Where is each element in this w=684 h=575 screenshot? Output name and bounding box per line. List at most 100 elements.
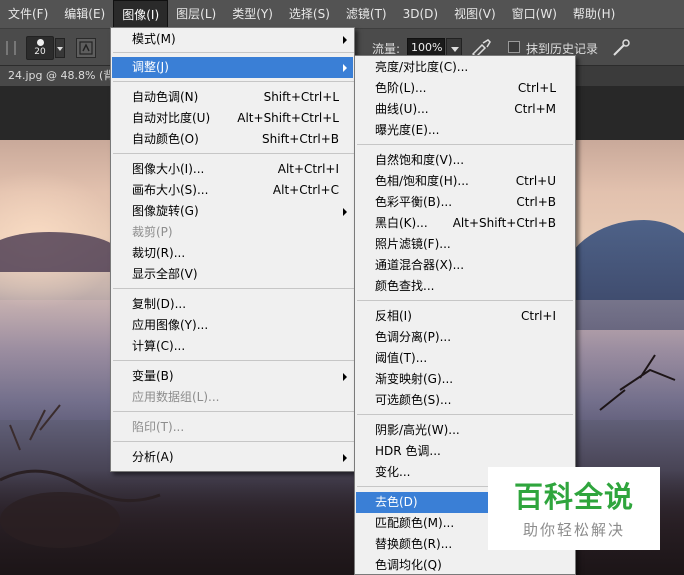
menu-item-shortcut: Alt+Ctrl+C	[272, 183, 339, 197]
menu-item-trim[interactable]: 裁切(R)...	[112, 243, 353, 264]
submenu-item-shadows-highlights[interactable]: 阴影/高光(W)...	[356, 420, 574, 441]
menu-item-reveal-all[interactable]: 显示全部(V)	[112, 264, 353, 285]
menu-item-label: 自动对比度(U)	[132, 111, 211, 125]
menu-item-analysis[interactable]: 分析(A)	[112, 447, 353, 468]
submenu-item-selective-color[interactable]: 可选颜色(S)...	[356, 390, 574, 411]
pressure-icon[interactable]	[610, 38, 632, 58]
brush-preset-picker[interactable]: 20	[26, 36, 54, 60]
menu-item-auto-tone[interactable]: 自动色调(N) Shift+Ctrl+L	[112, 87, 353, 108]
submenu-item-label: 黑白(K)...	[375, 216, 428, 230]
submenu-item-label: 色阶(L)...	[375, 81, 427, 95]
menu-item-auto-contrast[interactable]: 自动对比度(U) Alt+Shift+Ctrl+L	[112, 108, 353, 129]
menu-bar: 文件(F) 编辑(E) 图像(I) 图层(L) 类型(Y) 选择(S) 滤镜(T…	[0, 0, 684, 28]
menu-view[interactable]: 视图(V)	[446, 0, 504, 28]
menu-item-label: 图像旋转(G)	[132, 204, 199, 218]
menu-item-label: 图像大小(I)...	[132, 162, 205, 176]
menu-item-auto-color[interactable]: 自动颜色(O) Shift+Ctrl+B	[112, 129, 353, 150]
submenu-item-shortcut: Ctrl+L	[517, 81, 556, 95]
menu-item-label: 自动颜色(O)	[132, 132, 199, 146]
submenu-item-shortcut: Ctrl+M	[514, 102, 556, 116]
menu-file[interactable]: 文件(F)	[0, 0, 56, 28]
menu-item-shortcut: Shift+Ctrl+L	[263, 90, 339, 104]
watermark-subtitle: 助你轻松解决	[522, 521, 625, 539]
menu-separator	[357, 144, 573, 145]
submenu-item-color-lookup[interactable]: 颜色查找...	[356, 276, 574, 297]
menu-item-apply-image[interactable]: 应用图像(Y)...	[112, 315, 353, 336]
menu-edit[interactable]: 编辑(E)	[56, 0, 113, 28]
menu-item-label: 显示全部(V)	[132, 267, 198, 281]
menu-item-label: 计算(C)...	[132, 339, 186, 353]
submenu-item-shortcut: Ctrl+B	[516, 195, 556, 209]
submenu-item-label: 色调均化(Q)	[375, 558, 442, 572]
menu-separator	[113, 288, 354, 289]
submenu-item-brightness-contrast[interactable]: 亮度/对比度(C)...	[356, 57, 574, 78]
submenu-item-channel-mixer[interactable]: 通道混合器(X)...	[356, 255, 574, 276]
menu-item-calculations[interactable]: 计算(C)...	[112, 336, 353, 357]
submenu-arrow-icon	[343, 208, 347, 216]
submenu-item-hdr-toning[interactable]: HDR 色调...	[356, 441, 574, 462]
menu-separator	[357, 300, 573, 301]
submenu-item-label: 颜色查找...	[375, 279, 435, 293]
menu-item-image-size[interactable]: 图像大小(I)... Alt+Ctrl+I	[112, 159, 353, 180]
document-tab[interactable]: 24.jpg @ 48.8% (背	[0, 66, 120, 86]
menu-select[interactable]: 选择(S)	[281, 0, 338, 28]
submenu-item-black-white[interactable]: 黑白(K)... Alt+Shift+Ctrl+B	[356, 213, 574, 234]
submenu-arrow-icon	[343, 36, 347, 44]
submenu-item-label: 阈值(T)...	[375, 351, 428, 365]
submenu-item-invert[interactable]: 反相(I) Ctrl+I	[356, 306, 574, 327]
submenu-item-label: 色调分离(P)...	[375, 330, 452, 344]
submenu-item-label: 曲线(U)...	[375, 102, 429, 116]
menu-item-variables[interactable]: 变量(B)	[112, 366, 353, 387]
menu-3d[interactable]: 3D(D)	[395, 0, 446, 28]
submenu-item-color-balance[interactable]: 色彩平衡(B)... Ctrl+B	[356, 192, 574, 213]
submenu-item-posterize[interactable]: 色调分离(P)...	[356, 327, 574, 348]
menu-item-duplicate[interactable]: 复制(D)...	[112, 294, 353, 315]
menu-item-label: 调整(J)	[132, 60, 169, 74]
submenu-item-label: 曝光度(E)...	[375, 123, 440, 137]
brush-preset-icon	[37, 39, 44, 46]
watermark-title: 百科全说	[513, 480, 634, 514]
menu-separator	[113, 153, 354, 154]
menu-help[interactable]: 帮助(H)	[565, 0, 623, 28]
brush-size-value: 20	[34, 47, 46, 57]
menu-separator	[113, 441, 354, 442]
submenu-item-equalize[interactable]: 色调均化(Q)	[356, 555, 574, 575]
menu-window[interactable]: 窗口(W)	[504, 0, 565, 28]
menu-item-label: 陷印(T)...	[132, 420, 185, 434]
menu-item-crop: 裁剪(P)	[112, 222, 353, 243]
menu-item-label: 自动色调(N)	[132, 90, 199, 104]
brush-panel-button[interactable]	[76, 38, 96, 58]
submenu-item-label: 色彩平衡(B)...	[375, 195, 453, 209]
menu-item-canvas-size[interactable]: 画布大小(S)... Alt+Ctrl+C	[112, 180, 353, 201]
submenu-item-threshold[interactable]: 阈值(T)...	[356, 348, 574, 369]
submenu-item-curves[interactable]: 曲线(U)... Ctrl+M	[356, 99, 574, 120]
menu-layer[interactable]: 图层(L)	[168, 0, 224, 28]
submenu-item-vibrance[interactable]: 自然饱和度(V)...	[356, 150, 574, 171]
menu-item-label: 画布大小(S)...	[132, 183, 209, 197]
brush-preset-dropdown[interactable]	[55, 38, 65, 58]
submenu-item-label: 去色(D)	[375, 495, 418, 509]
submenu-item-shortcut: Ctrl+I	[521, 309, 556, 323]
menu-item-shortcut: Alt+Ctrl+I	[277, 162, 339, 176]
menu-item-image-rotation[interactable]: 图像旋转(G)	[112, 201, 353, 222]
submenu-item-label: 通道混合器(X)...	[375, 258, 465, 272]
menu-item-adjustments[interactable]: 调整(J)	[112, 57, 353, 78]
submenu-item-levels[interactable]: 色阶(L)... Ctrl+L	[356, 78, 574, 99]
menu-filter[interactable]: 滤镜(T)	[338, 0, 395, 28]
menu-type[interactable]: 类型(Y)	[224, 0, 281, 28]
submenu-item-label: HDR 色调...	[375, 444, 441, 458]
submenu-item-shortcut: Ctrl+U	[515, 174, 556, 188]
submenu-item-exposure[interactable]: 曝光度(E)...	[356, 120, 574, 141]
menu-separator	[357, 414, 573, 415]
menu-item-apply-data-set: 应用数据组(L)...	[112, 387, 353, 408]
submenu-item-photo-filter[interactable]: 照片滤镜(F)...	[356, 234, 574, 255]
submenu-item-hue-saturation[interactable]: 色相/饱和度(H)... Ctrl+U	[356, 171, 574, 192]
submenu-item-gradient-map[interactable]: 渐变映射(G)...	[356, 369, 574, 390]
menu-image[interactable]: 图像(I)	[113, 0, 169, 28]
grip-icon	[6, 41, 16, 55]
menu-item-mode[interactable]: 模式(M)	[112, 29, 353, 50]
menu-item-shortcut: Alt+Shift+Ctrl+L	[237, 111, 339, 125]
menu-separator	[113, 411, 354, 412]
menu-separator	[113, 81, 354, 82]
erase-history-checkbox[interactable]	[508, 41, 520, 53]
